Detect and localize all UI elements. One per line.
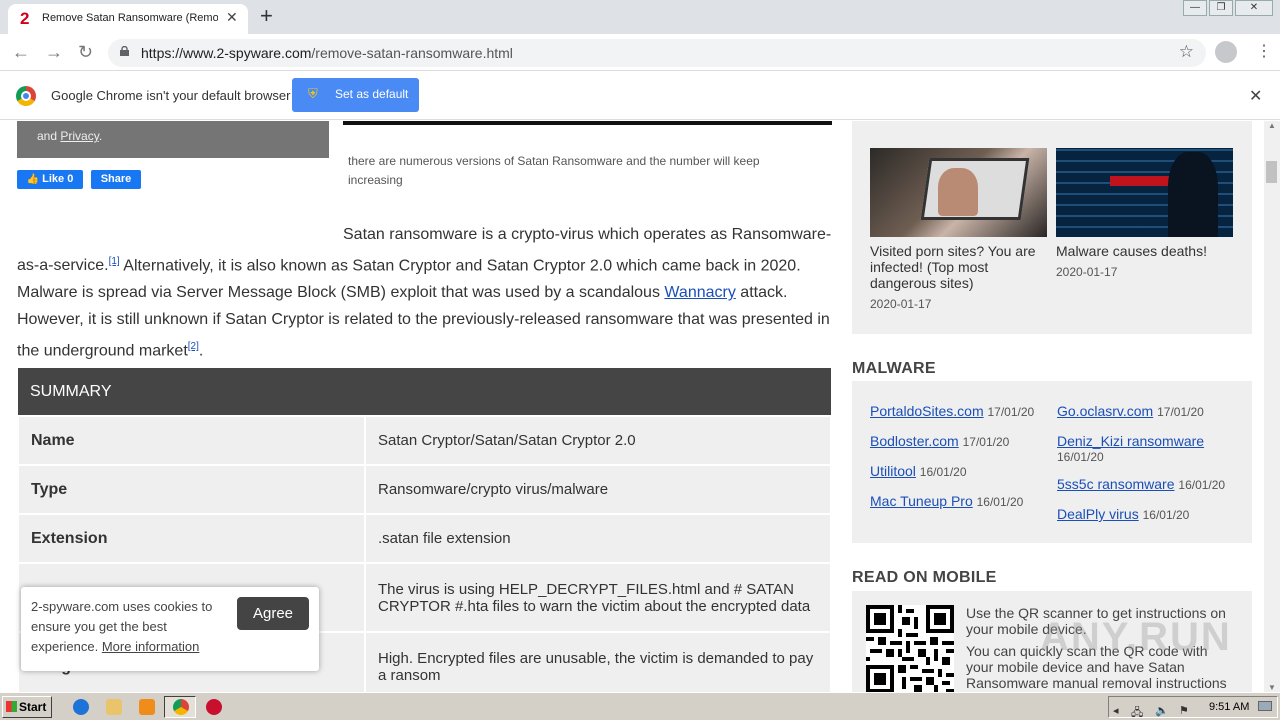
new-tab-icon[interactable]: + [260, 4, 273, 28]
forward-icon[interactable]: → [45, 42, 63, 62]
article-image [343, 121, 832, 125]
volume-icon[interactable]: 🔈 [1155, 704, 1169, 717]
start-button[interactable]: Start [2, 696, 52, 718]
article-card[interactable]: Visited porn sites? You are infected! (T… [870, 148, 1047, 311]
tab-strip: 2 Remove Satan Ransomware (Remov ✕ + — ❐… [0, 0, 1280, 34]
related-articles: Visited porn sites? You are infected! (T… [852, 121, 1252, 334]
page-scrollbar[interactable]: ▲ ▼ [1264, 121, 1280, 692]
shield-icon: ⛨ [308, 86, 318, 101]
facebook-share-button[interactable]: Share [91, 170, 141, 189]
malware-link[interactable]: DealPly virus [1057, 506, 1139, 522]
article-card-date: 2020-01-17 [1056, 265, 1118, 279]
list-item: Mac Tuneup Pro 16/01/20 [870, 493, 1024, 510]
facebook-like-button[interactable]: 👍 Like 0 [17, 170, 83, 189]
qr-code-icon [866, 605, 954, 692]
tab-close-icon[interactable]: ✕ [226, 9, 238, 26]
windows-taskbar: Start ◂ 🖧 🔈 ⚑ 9:51 AM [0, 692, 1280, 720]
scrollbar-thumb[interactable] [1266, 161, 1277, 183]
reload-icon[interactable]: ↻ [78, 42, 93, 62]
article-card-title: Visited porn sites? You are infected! (T… [870, 243, 1036, 291]
tab-title: Remove Satan Ransomware (Remov [42, 12, 218, 24]
article-paragraph: Satan ransomware is a crypto-virus which… [17, 226, 832, 360]
restore-icon[interactable]: ❐ [1209, 0, 1233, 16]
window-close-icon[interactable]: ✕ [1235, 0, 1273, 16]
malware-link[interactable]: 5ss5c ransomware [1057, 476, 1175, 492]
scroll-up-icon[interactable]: ▲ [1268, 121, 1276, 130]
malware-link[interactable]: Go.oclasrv.com [1057, 403, 1153, 419]
set-as-default-button[interactable]: ⛨ Set as default [292, 78, 419, 112]
malware-link[interactable]: Utilitool [870, 463, 916, 479]
show-desktop-icon[interactable] [1258, 701, 1272, 711]
cookie-banner: 2-spyware.com uses cookies to ensure you… [21, 587, 319, 671]
article-card-date: 2020-01-17 [870, 297, 932, 311]
taskbar-chrome-button[interactable] [164, 696, 196, 718]
profile-avatar-icon[interactable] [1215, 41, 1237, 63]
summary-header: SUMMARY [18, 368, 831, 416]
chrome-icon [173, 699, 189, 715]
cookie-text: 2-spyware.com uses cookies to ensure you… [31, 599, 213, 654]
address-bar[interactable]: https://www.2-spyware.com/remove-satan-r… [108, 39, 1206, 67]
default-browser-infobar: Google Chrome isn't your default browser… [0, 72, 1280, 120]
table-row: Type Ransomware/crypto virus/malware [17, 464, 832, 515]
reference-1-link[interactable]: [1] [109, 256, 120, 267]
list-item: Bodloster.com 17/01/20 [870, 433, 1010, 450]
back-icon[interactable]: ← [12, 42, 30, 62]
url-text: https://www.2-spyware.com/remove-satan-r… [141, 45, 513, 61]
internet-explorer-icon[interactable] [73, 699, 89, 715]
malware-link[interactable]: Bodloster.com [870, 433, 959, 449]
site-favicon-icon: 2 [20, 9, 30, 28]
article-thumbnail [870, 148, 1047, 237]
lock-icon [120, 46, 129, 56]
malware-heading: MALWARE [852, 360, 936, 377]
media-player-icon[interactable] [139, 699, 155, 715]
malware-link[interactable]: Deniz_Kizi ransomware [1057, 433, 1204, 449]
chrome-logo-icon [16, 86, 36, 106]
infobar-close-icon[interactable]: ✕ [1249, 86, 1262, 106]
infobar-message: Google Chrome isn't your default browser [51, 88, 291, 103]
article-card-title: Malware causes deaths! [1056, 243, 1207, 259]
privacy-link[interactable]: Privacy [60, 129, 98, 143]
mobile-heading: READ ON MOBILE [852, 569, 997, 586]
tray-expand-icon[interactable]: ◂ [1113, 704, 1119, 717]
list-item: Deniz_Kizi ransomware 16/01/20 [1057, 433, 1205, 465]
clock: 9:51 AM [1209, 701, 1250, 713]
malware-list: PortaldoSites.com 17/01/20 Bodloster.com… [852, 381, 1252, 543]
menu-icon[interactable]: ⋮ [1256, 42, 1272, 62]
minimize-icon[interactable]: — [1183, 0, 1207, 16]
windows-logo-icon [6, 701, 17, 712]
table-row: Name Satan Cryptor/Satan/Satan Cryptor 2.… [17, 415, 832, 466]
malware-link[interactable]: PortaldoSites.com [870, 403, 984, 419]
more-information-link[interactable]: More information [102, 639, 200, 654]
list-item: 5ss5c ransomware 16/01/20 [1057, 476, 1226, 493]
list-item: DealPly virus 16/01/20 [1057, 506, 1190, 523]
table-row: Extension .satan file extension [17, 513, 832, 564]
browser-tab[interactable]: 2 Remove Satan Ransomware (Remov ✕ [8, 4, 248, 34]
list-item: Utilitool 16/01/20 [870, 463, 967, 480]
folder-icon[interactable] [106, 699, 122, 715]
list-item: Go.oclasrv.com 17/01/20 [1057, 403, 1204, 420]
system-tray: ◂ 🖧 🔈 ⚑ [1108, 696, 1278, 719]
reference-2-link[interactable]: [2] [188, 341, 199, 352]
scroll-down-icon[interactable]: ▼ [1268, 683, 1276, 692]
list-item: PortaldoSites.com 17/01/20 [870, 403, 1035, 420]
bookmark-star-icon[interactable]: ☆ [1179, 42, 1194, 62]
article-thumbnail [1056, 148, 1233, 237]
web-page: and Privacy. 👍 Like 0 Share there are nu… [0, 121, 1264, 692]
article-card[interactable]: Malware causes deaths! 2020-01-17 [1056, 148, 1233, 279]
image-caption: there are numerous versions of Satan Ran… [348, 154, 760, 187]
malware-link[interactable]: Mac Tuneup Pro [870, 493, 973, 509]
anyrun-watermark: ANY.RUN [1040, 615, 1232, 659]
security-app-icon[interactable] [206, 699, 222, 715]
privacy-box: and Privacy. [17, 121, 329, 158]
toolbar: ← → ↻ https://www.2-spyware.com/remove-s… [0, 34, 1280, 71]
wannacry-link[interactable]: Wannacry [664, 284, 735, 301]
network-icon[interactable]: 🖧 [1131, 704, 1143, 723]
flag-icon[interactable]: ⚑ [1179, 704, 1189, 717]
agree-button[interactable]: Agree [237, 597, 309, 630]
